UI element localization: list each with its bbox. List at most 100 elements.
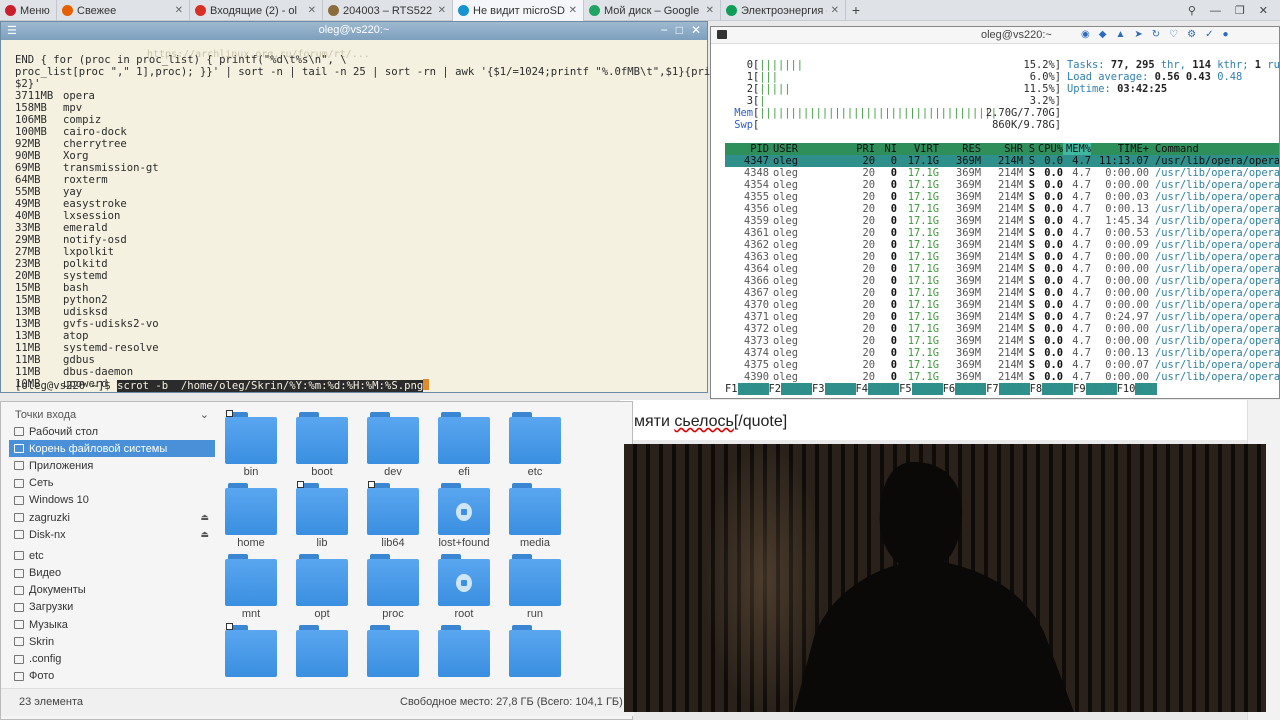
column-header[interactable]: SHR xyxy=(981,143,1023,155)
close-tab-icon[interactable]: ✕ xyxy=(308,5,316,16)
fkey-label[interactable]: F6 xyxy=(943,383,956,395)
heart-icon[interactable]: ♡ xyxy=(1169,29,1178,40)
fkey-label[interactable]: F8 xyxy=(1030,383,1043,395)
process-row[interactable]: 4372 oleg 20 0 17.1G 369M 214M S 0.0 4.7 0:00.00/u… xyxy=(725,323,1279,335)
process-row[interactable]: 4373 oleg 20 0 17.1G 369M 214M S 0.0 4.7 0:00.00/u… xyxy=(725,335,1279,347)
shield-icon[interactable]: ▲ xyxy=(1115,29,1125,40)
sidebar-item[interactable]: Загрузки xyxy=(9,599,215,616)
column-header[interactable]: PRI xyxy=(829,143,875,155)
eject-icon[interactable]: ⏏ xyxy=(200,529,209,540)
fkey-action[interactable]: Setup xyxy=(781,383,813,395)
terminal-prompt-line[interactable]: [oleg@vs220 ~]$ scrot -b /home/oleg/Skri… xyxy=(15,379,430,392)
close-tab-icon[interactable]: ✕ xyxy=(175,5,183,16)
column-header[interactable]: VIRT xyxy=(897,143,939,155)
folder-item[interactable] xyxy=(507,623,563,680)
fkey-label[interactable]: F7 xyxy=(986,383,999,395)
browser-tab[interactable]: 204003 – RTS522 ✕ xyxy=(323,0,453,21)
folder-item[interactable] xyxy=(365,623,421,680)
htop-process-list[interactable]: 4347 oleg 20 0 17.1G 369M 214M S 0.0 4.7 11:13.07 /… xyxy=(725,155,1279,383)
browser-tab[interactable]: Входящие (2) - ol ✕ xyxy=(190,0,323,21)
process-row[interactable]: 4374 oleg 20 0 17.1G 369M 214M S 0.0 4.7 0:00.13/u… xyxy=(725,347,1279,359)
search-icon[interactable]: ⚲ xyxy=(1188,4,1196,17)
camera-icon[interactable]: ◉ xyxy=(1081,29,1090,40)
folder-item[interactable]: media xyxy=(507,481,563,549)
terminal-window[interactable]: ☰ oleg@vs220:~ − □ ✕ https://archlinux.o… xyxy=(0,21,723,393)
column-header[interactable]: PID xyxy=(725,143,769,155)
fkey-action[interactable]: Nice - xyxy=(998,383,1030,395)
fkey-label[interactable]: F1 xyxy=(725,383,738,395)
sidebar-item[interactable]: Музыка xyxy=(9,616,215,633)
browser-tab[interactable]: Меню xyxy=(0,0,57,21)
new-tab-button[interactable]: + xyxy=(846,0,866,20)
folder-item[interactable]: dev xyxy=(365,410,421,478)
process-row[interactable]: 4363 oleg 20 0 17.1G 369M 214M S 0.0 4.7 0:00.00/u… xyxy=(725,251,1279,263)
folder-item[interactable]: opt xyxy=(294,552,350,620)
browser-tab[interactable]: Свежее ✕ xyxy=(57,0,190,21)
fkey-action[interactable]: Kill xyxy=(1085,383,1117,395)
folder-item[interactable]: etc xyxy=(507,410,563,478)
browser-tab[interactable]: Электроэнергия с ✕ xyxy=(721,0,846,21)
fkey-action[interactable]: Tree xyxy=(911,383,943,395)
sidebar-item[interactable]: Disk-nx ⏏ xyxy=(9,526,215,543)
htop-titlebar[interactable]: oleg@vs220:~ ◉ ◆ ▲ ➤ ↻ ♡ ⚙ ✓ ● xyxy=(711,27,1279,44)
folder-item[interactable]: efi xyxy=(436,410,492,478)
folder-item[interactable] xyxy=(294,623,350,680)
fkey-label[interactable]: F4 xyxy=(856,383,869,395)
refresh-icon[interactable]: ↻ xyxy=(1152,29,1160,40)
folder-item[interactable]: proc xyxy=(365,552,421,620)
process-row[interactable]: 4359 oleg 20 0 17.1G 369M 214M S 0.0 4.7 1:45.34/u… xyxy=(725,215,1279,227)
sidebar-item[interactable]: Windows 10 xyxy=(9,492,215,509)
column-header[interactable]: Command xyxy=(1149,143,1279,155)
sidebar-item[interactable]: Skrin xyxy=(9,633,215,650)
process-row[interactable]: 4364 oleg 20 0 17.1G 369M 214M S 0.0 4.7 0:00.00/u… xyxy=(725,263,1279,275)
column-header[interactable]: MEM% xyxy=(1063,143,1091,155)
browser-tab[interactable]: Мой диск – Google ✕ xyxy=(584,0,721,21)
fkey-action[interactable]: Search xyxy=(824,383,856,395)
process-row[interactable]: 4367 oleg 20 0 17.1G 369M 214M S 0.0 4.7 0:00.00/u… xyxy=(725,287,1279,299)
fkey-label[interactable]: F9 xyxy=(1073,383,1086,395)
current-command[interactable]: scrot -b /home/oleg/Skrin/%Y:%m:%d:%H:%M… xyxy=(117,380,424,392)
fkey-label[interactable]: F10 xyxy=(1117,383,1136,395)
htop-column-header[interactable]: PID USER PRI NI VIRT RES SHR S CPU% MEM% TIME+ Comm… xyxy=(725,143,1279,155)
process-row[interactable]: 4371 oleg 20 0 17.1G 369M 214M S 0.0 4.7 0:24.97/u… xyxy=(725,311,1279,323)
fkey-action[interactable]: Quit xyxy=(1135,383,1158,395)
maximize-icon[interactable]: □ xyxy=(676,23,683,37)
check-icon[interactable]: ✓ xyxy=(1205,29,1213,40)
process-row[interactable]: 4356 oleg 20 0 17.1G 369M 214M S 0.0 4.7 0:00.13/u… xyxy=(725,203,1279,215)
process-row[interactable]: 4348 oleg 20 0 17.1G 369M 214M S 0.0 4.7 0:00.00/u… xyxy=(725,167,1279,179)
sidebar-item[interactable]: zagruzki ⏏ xyxy=(9,509,215,526)
fkey-action[interactable]: Nice + xyxy=(1042,383,1074,395)
column-header[interactable]: TIME+ xyxy=(1091,143,1149,155)
minimize-icon[interactable]: − xyxy=(661,23,668,37)
process-row[interactable]: 4366 oleg 20 0 17.1G 369M 214M S 0.0 4.7 0:00.00/u… xyxy=(725,275,1279,287)
close-tab-icon[interactable]: ✕ xyxy=(438,5,446,16)
terminal-titlebar[interactable]: ☰ oleg@vs220:~ − □ ✕ xyxy=(1,22,707,40)
process-row[interactable]: 4362 oleg 20 0 17.1G 369M 214M S 0.0 4.7 0:00.09/u… xyxy=(725,239,1279,251)
process-row[interactable]: 4355 oleg 20 0 17.1G 369M 214M S 0.0 4.7 0:00.03/u… xyxy=(725,191,1279,203)
close-tab-icon[interactable]: ✕ xyxy=(706,5,714,16)
send-icon[interactable]: ➤ xyxy=(1134,29,1142,40)
sidebar-item[interactable]: etc xyxy=(9,547,215,564)
column-header[interactable]: RES xyxy=(939,143,981,155)
process-row[interactable]: 4375 oleg 20 0 17.1G 369M 214M S 0.0 4.7 0:00.07/u… xyxy=(725,359,1279,371)
process-row[interactable]: 4390 oleg 20 0 17.1G 369M 214M S 0.0 4.7 0:00.00/u… xyxy=(725,371,1279,383)
process-row[interactable]: 4354 oleg 20 0 17.1G 369M 214M S 0.0 4.7 0:00.00/u… xyxy=(725,179,1279,191)
htop-window[interactable]: oleg@vs220:~ ◉ ◆ ▲ ➤ ↻ ♡ ⚙ ✓ ● 0[|||||||… xyxy=(710,26,1280,399)
sidebar-header[interactable]: Точки входа ⌄ xyxy=(9,406,215,423)
htop-function-keys[interactable]: F1HelpF2SetupF3SearchF4FilterF5TreeF6Sor… xyxy=(725,383,1279,395)
sidebar-item[interactable]: Рабочий стол xyxy=(9,423,215,440)
folder-item[interactable]: lost+found xyxy=(436,481,492,549)
close-tab-icon[interactable]: ✕ xyxy=(831,5,839,16)
folder-item[interactable] xyxy=(223,623,279,680)
fkey-action[interactable]: SortBy xyxy=(955,383,987,395)
folder-item[interactable]: root xyxy=(436,552,492,620)
fkey-action[interactable]: Filter xyxy=(868,383,900,395)
close-icon[interactable]: ✕ xyxy=(691,23,701,37)
minimize-icon[interactable]: — xyxy=(1210,5,1221,17)
column-header[interactable]: USER xyxy=(769,143,829,155)
sidebar-item[interactable]: Корень файловой системы xyxy=(9,440,215,458)
sidebar-item[interactable]: Видео xyxy=(9,565,215,582)
folder-item[interactable]: home xyxy=(223,481,279,549)
fkey-action[interactable]: Help xyxy=(737,383,769,395)
fkey-label[interactable]: F2 xyxy=(769,383,782,395)
